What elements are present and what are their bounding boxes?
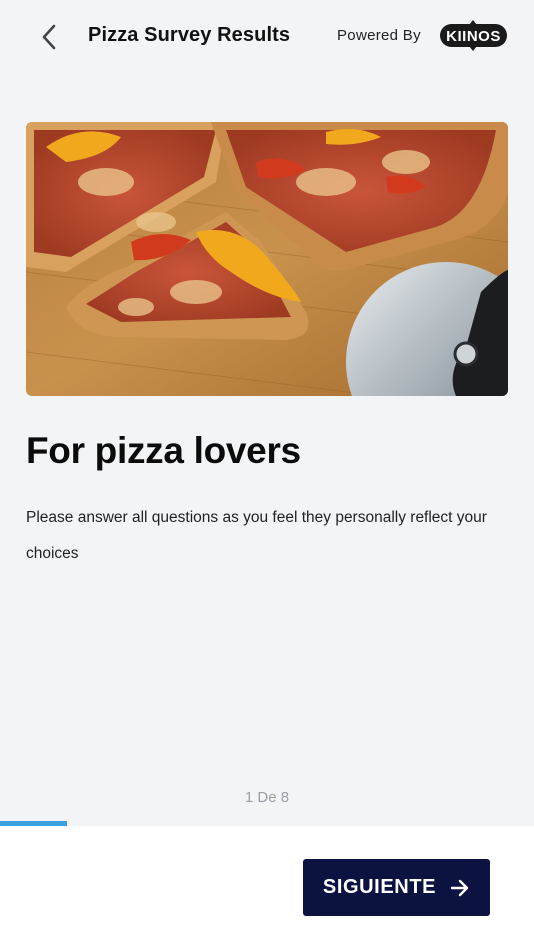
- back-button[interactable]: [34, 20, 64, 54]
- powered-by-label: Powered By: [337, 27, 421, 44]
- next-button[interactable]: SIGUIENTE: [303, 859, 490, 916]
- header-bar: Pizza Survey Results Powered By KIINOS: [0, 0, 534, 74]
- survey-headline: For pizza lovers: [26, 430, 301, 471]
- next-button-label: SIGUIENTE: [322, 876, 437, 898]
- kiinos-logo: KIINOS: [440, 20, 507, 51]
- survey-description: Please answer all questions as you feel …: [26, 509, 487, 562]
- page-title: Pizza Survey Results: [88, 24, 291, 46]
- arrow-right-icon: [450, 879, 469, 896]
- hero-image: [26, 122, 508, 396]
- footer: SIGUIENTE: [0, 826, 534, 950]
- chevron-left-icon: [42, 24, 56, 50]
- page-indicator: 1 De 8: [244, 789, 290, 806]
- svg-text:KIINOS: KIINOS: [446, 28, 501, 45]
